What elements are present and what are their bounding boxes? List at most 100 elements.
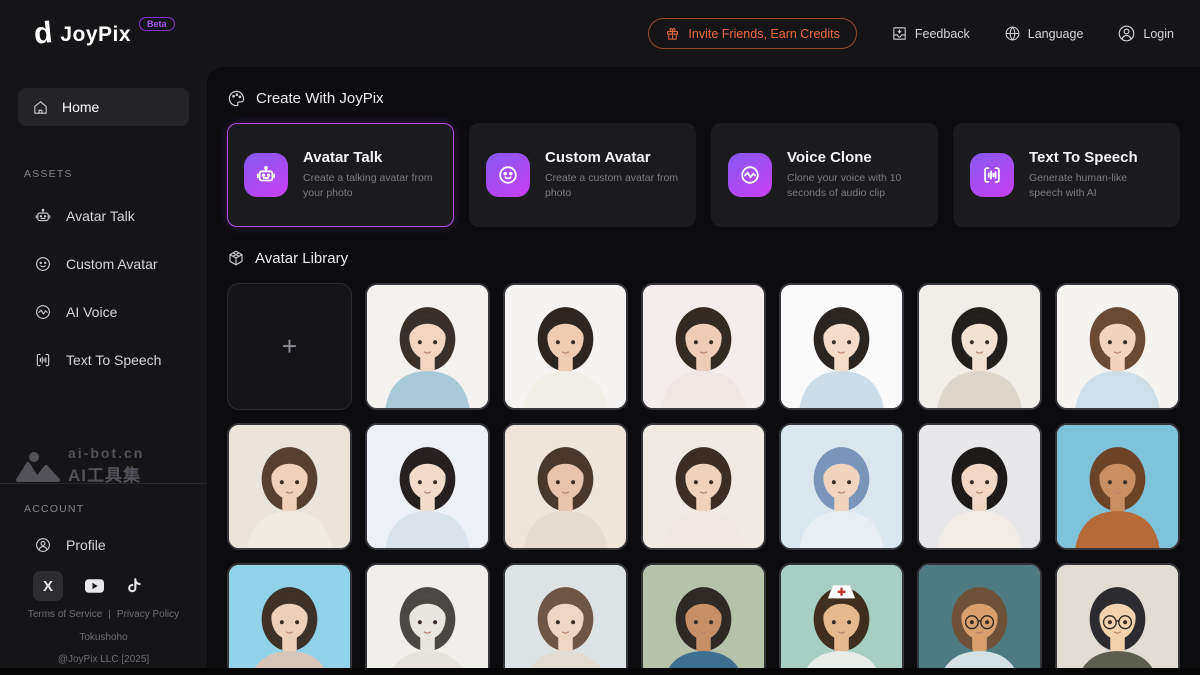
smiley-icon — [34, 255, 52, 273]
library-section-header: Avatar Library — [227, 247, 1180, 269]
cube-icon — [227, 249, 245, 267]
card-title: Avatar Talk — [303, 149, 437, 166]
card-desc: Clone your voice with 10 seconds of audi… — [787, 171, 921, 201]
library-header-title: Avatar Library — [255, 250, 348, 267]
card-desc: Generate human-like speech with AI — [1029, 171, 1163, 201]
sidebar-item-avatar-talk[interactable]: Avatar Talk — [0, 192, 207, 240]
assets-section-label: ASSETS — [24, 168, 207, 180]
robot-icon — [244, 153, 288, 197]
card-voice-clone[interactable]: Voice Clone Clone your voice with 10 sec… — [711, 123, 938, 227]
avatar-tile[interactable] — [917, 423, 1042, 550]
sidebar-avatar-talk-label: Avatar Talk — [66, 208, 135, 224]
terms-link[interactable]: Terms of Service — [28, 609, 102, 620]
avatar-tile[interactable] — [779, 283, 904, 410]
card-desc: Create a talking avatar from your photo — [303, 171, 437, 201]
avatar-tile[interactable] — [503, 563, 628, 675]
avatar-tile[interactable] — [503, 423, 628, 550]
sidebar-home-label: Home — [62, 99, 99, 115]
voice-wave-icon — [728, 153, 772, 197]
sidebar-item-profile[interactable]: Profile — [34, 527, 106, 563]
sidebar-item-home[interactable]: Home — [18, 88, 189, 126]
login-label: Login — [1143, 27, 1174, 41]
invite-friends-button[interactable]: Invite Friends, Earn Credits — [648, 18, 856, 49]
invite-friends-label: Invite Friends, Earn Credits — [688, 27, 839, 41]
user-circle-icon — [1117, 24, 1136, 43]
privacy-link[interactable]: Privacy Policy — [117, 609, 179, 620]
top-actions: Invite Friends, Earn Credits Feedback La… — [648, 18, 1174, 49]
create-header-title: Create With JoyPix — [256, 90, 384, 107]
card-desc: Create a custom avatar from photo — [545, 171, 679, 201]
home-icon — [32, 99, 49, 116]
avatar-tile[interactable] — [227, 423, 352, 550]
avatar-tile[interactable] — [917, 563, 1042, 675]
brand-mark-icon: d — [32, 18, 53, 50]
sidebar-ai-voice-label: AI Voice — [66, 304, 117, 320]
tts-bars-icon — [970, 153, 1014, 197]
youtube-icon[interactable] — [85, 579, 104, 593]
create-section-header: Create With JoyPix — [227, 87, 1180, 109]
sidebar-item-text-to-speech[interactable]: Text To Speech — [0, 336, 207, 384]
sidebar-custom-avatar-label: Custom Avatar — [66, 256, 158, 272]
joypix-app: d JoyPix Beta Invite Friends, Earn Credi… — [0, 0, 1200, 675]
watermark-logo-icon — [16, 450, 60, 482]
tokushoho-link[interactable]: Tokushoho — [0, 632, 207, 643]
feedback-button[interactable]: Feedback — [891, 25, 970, 42]
language-button[interactable]: Language — [1004, 25, 1084, 42]
copyright: @JoyPix LLC [2025] — [0, 654, 207, 665]
globe-icon — [1004, 25, 1021, 42]
watermark: ai-bot.cn AI工具集 — [16, 445, 144, 486]
sidebar-text-to-speech-label: Text To Speech — [66, 352, 161, 368]
avatar-tile[interactable] — [1055, 423, 1180, 550]
avatar-grid: + — [227, 283, 1180, 675]
brand-logo[interactable]: d JoyPix Beta — [34, 19, 175, 49]
plus-icon: + — [282, 331, 297, 362]
avatar-tile[interactable] — [503, 283, 628, 410]
avatar-tile[interactable] — [365, 423, 490, 550]
avatar-tile[interactable] — [917, 283, 1042, 410]
card-title: Custom Avatar — [545, 149, 679, 166]
beta-badge: Beta — [139, 17, 175, 31]
robot-icon — [34, 207, 52, 225]
card-custom-avatar[interactable]: Custom Avatar Create a custom avatar fro… — [469, 123, 696, 227]
language-label: Language — [1028, 27, 1084, 41]
top-bar: d JoyPix Beta Invite Friends, Earn Credi… — [0, 0, 1200, 67]
account-section-label: ACCOUNT — [24, 503, 84, 515]
avatar-tile[interactable] — [779, 563, 904, 675]
card-avatar-talk[interactable]: Avatar Talk Create a talking avatar from… — [227, 123, 454, 227]
assets-items: Avatar Talk Custom Avatar AI Voice Text … — [0, 192, 207, 384]
avatar-tile[interactable] — [779, 423, 904, 550]
sidebar-divider — [0, 483, 207, 484]
card-text-to-speech[interactable]: Text To Speech Generate human-like speec… — [953, 123, 1180, 227]
tts-bars-icon — [34, 351, 52, 369]
sidebar-item-custom-avatar[interactable]: Custom Avatar — [0, 240, 207, 288]
main-panel: Create With JoyPix Avatar Talk Create a … — [207, 67, 1200, 675]
brand-name: JoyPix — [60, 23, 131, 47]
avatar-tile[interactable] — [641, 423, 766, 550]
palette-icon — [227, 89, 246, 108]
avatar-tile[interactable] — [641, 283, 766, 410]
avatar-tile[interactable] — [641, 563, 766, 675]
add-avatar-tile[interactable]: + — [227, 283, 352, 410]
avatar-tile[interactable] — [1055, 563, 1180, 675]
watermark-line1: ai-bot.cn — [68, 445, 144, 461]
card-title: Text To Speech — [1029, 149, 1163, 166]
footer-separator: | — [108, 609, 111, 620]
tiktok-icon[interactable] — [126, 578, 141, 594]
feedback-icon — [891, 25, 908, 42]
profile-icon — [34, 536, 52, 554]
create-cards: Avatar Talk Create a talking avatar from… — [227, 123, 1180, 227]
bottom-edge-strip — [0, 668, 1200, 675]
sidebar-item-ai-voice[interactable]: AI Voice — [0, 288, 207, 336]
avatar-tile[interactable] — [365, 563, 490, 675]
social-links: X — [33, 571, 141, 601]
footer-links: Terms of Service | Privacy Policy — [0, 609, 207, 620]
feedback-label: Feedback — [915, 27, 970, 41]
login-button[interactable]: Login — [1117, 24, 1174, 43]
avatar-tile[interactable] — [365, 283, 490, 410]
x-social-icon[interactable]: X — [33, 571, 63, 601]
avatar-tile[interactable] — [227, 563, 352, 675]
avatar-tile[interactable] — [1055, 283, 1180, 410]
smiley-icon — [486, 153, 530, 197]
voice-wave-icon — [34, 303, 52, 321]
sidebar: Home ASSETS Avatar Talk Custom Avatar A — [0, 67, 207, 667]
